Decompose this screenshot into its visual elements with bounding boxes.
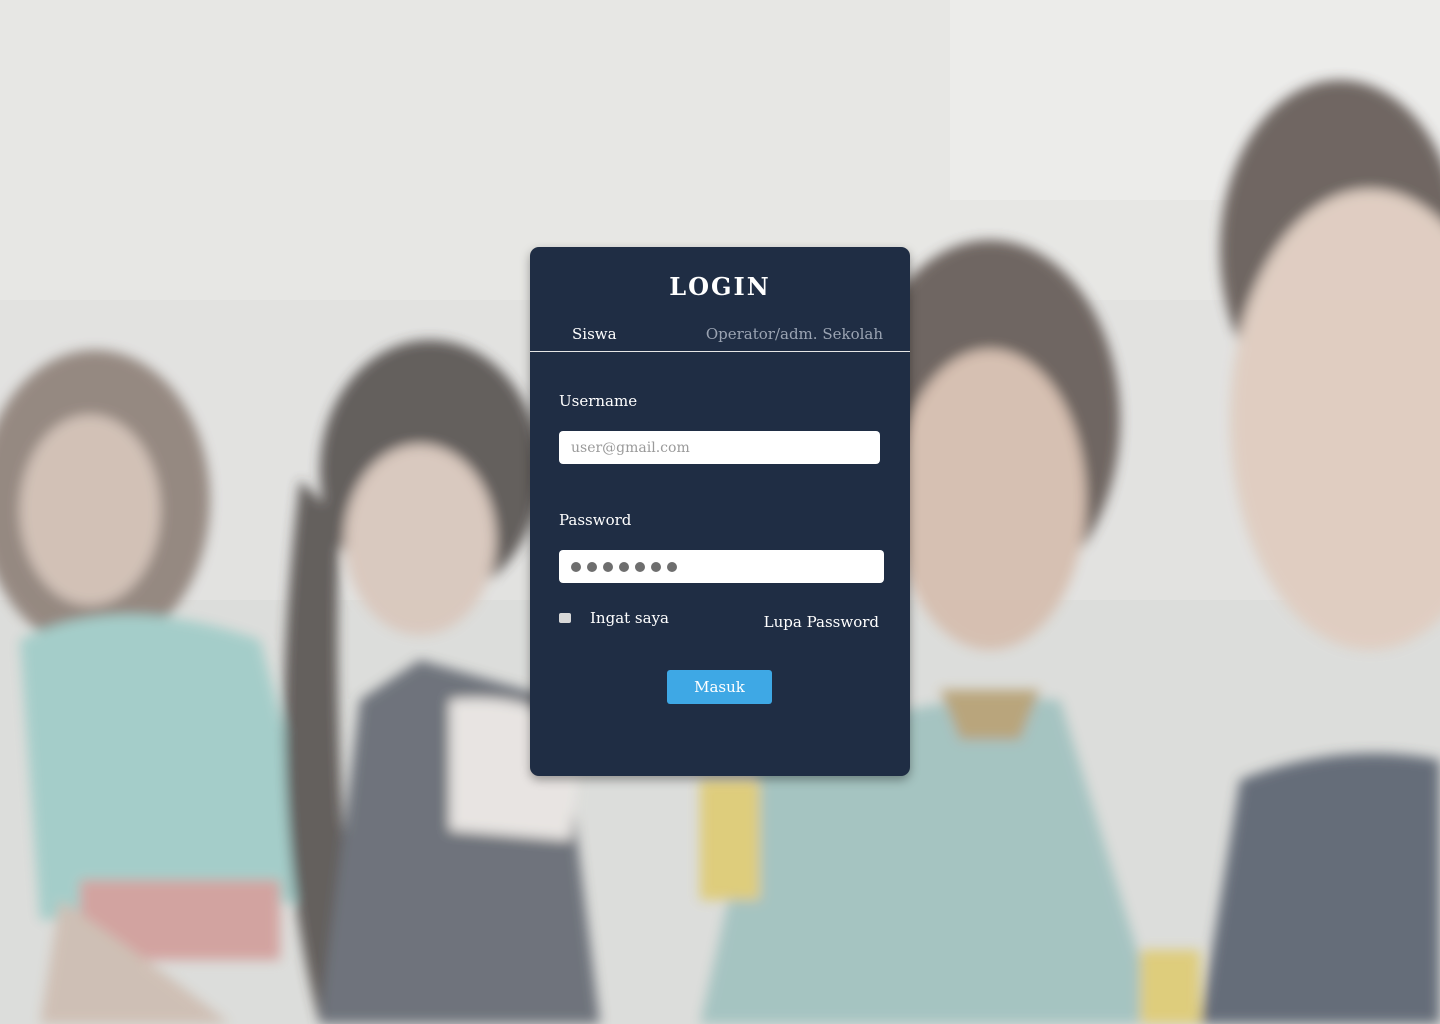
password-dot bbox=[587, 561, 597, 572]
forgot-password-link[interactable]: Lupa Password bbox=[764, 613, 879, 631]
password-label: Password bbox=[559, 511, 632, 529]
remember-checkbox[interactable] bbox=[559, 613, 571, 623]
password-dot bbox=[603, 561, 613, 572]
password-input[interactable] bbox=[559, 550, 884, 583]
role-tabs: Siswa Operator/adm. Sekolah bbox=[530, 323, 910, 352]
remember-label: Ingat saya bbox=[590, 609, 669, 627]
tab-siswa[interactable]: Siswa bbox=[572, 325, 617, 343]
submit-button[interactable]: Masuk bbox=[667, 670, 772, 704]
password-dot bbox=[571, 561, 581, 572]
password-mask bbox=[571, 550, 677, 583]
password-dot bbox=[635, 561, 645, 572]
username-label: Username bbox=[559, 392, 638, 410]
password-dot bbox=[619, 561, 629, 572]
password-dot bbox=[667, 561, 677, 572]
tab-operator-sekolah[interactable]: Operator/adm. Sekolah bbox=[706, 325, 883, 343]
password-dot bbox=[651, 561, 661, 572]
remember-me: Ingat saya bbox=[559, 609, 669, 627]
login-card: LOGIN Siswa Operator/adm. Sekolah Userna… bbox=[530, 247, 910, 776]
username-input[interactable] bbox=[559, 431, 880, 464]
login-title: LOGIN bbox=[669, 272, 771, 301]
